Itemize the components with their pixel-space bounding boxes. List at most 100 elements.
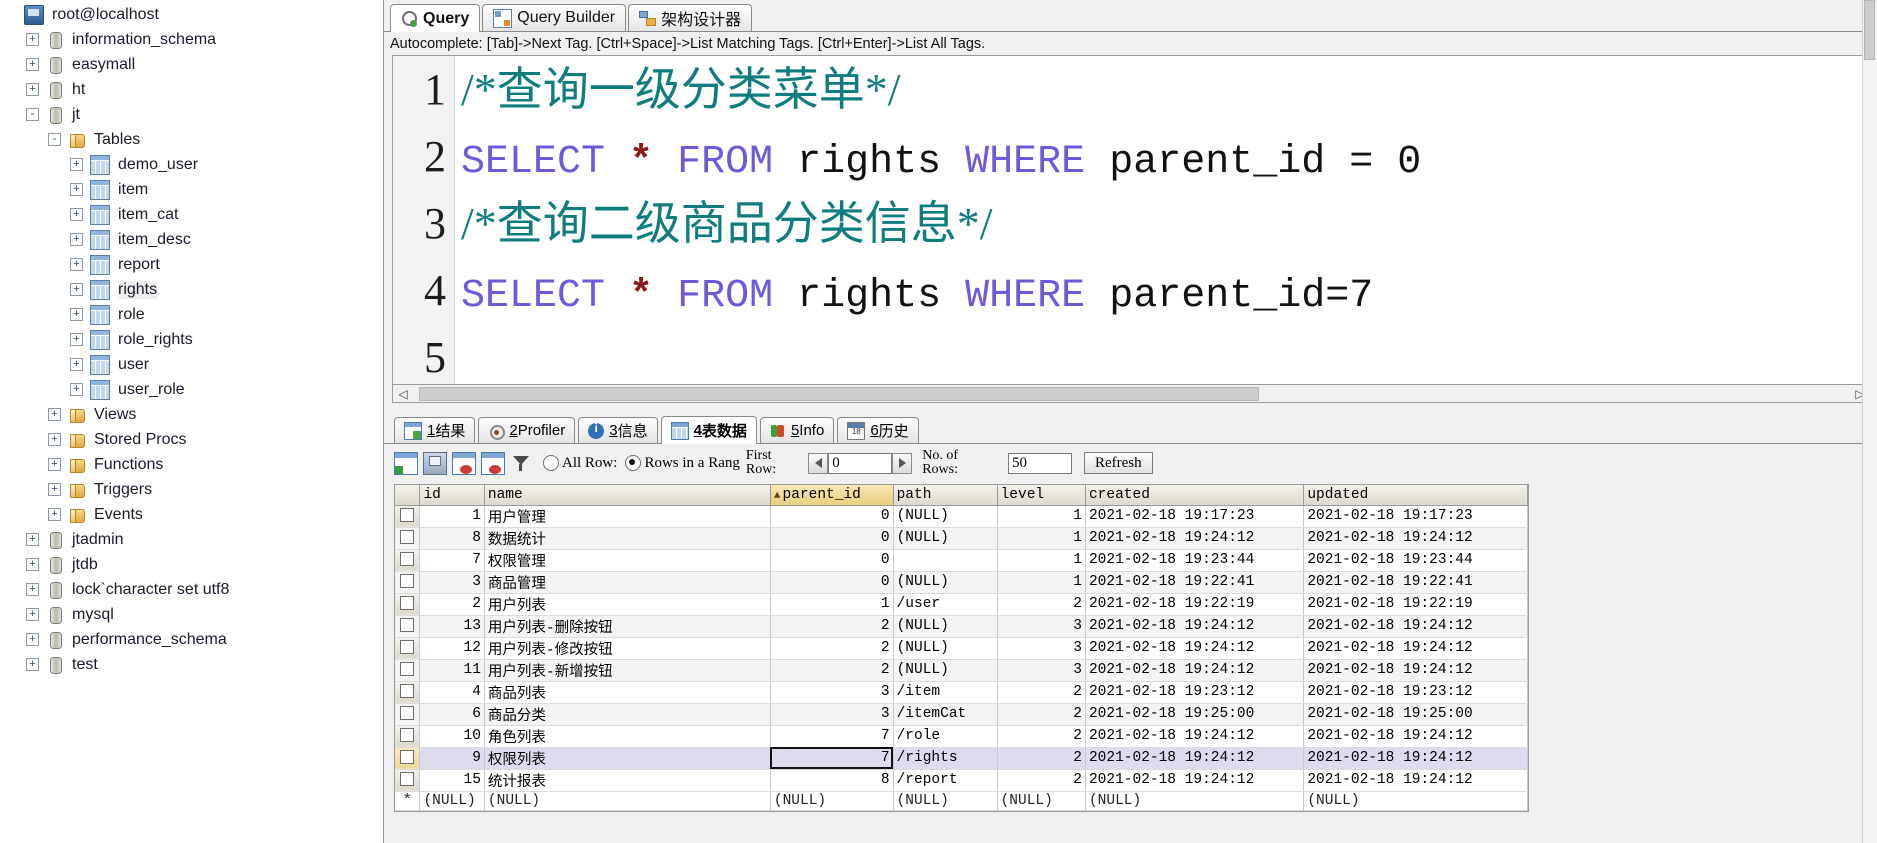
expand-icon[interactable]: + xyxy=(48,408,61,421)
column-header-updated[interactable]: updated xyxy=(1304,485,1528,505)
cell-id[interactable]: 8 xyxy=(420,527,484,549)
cell-created[interactable]: 2021-02-18 19:17:23 xyxy=(1085,505,1303,527)
cell-path[interactable]: (NULL) xyxy=(893,505,997,527)
table-row[interactable]: 9权限列表7/rights22021-02-18 19:24:122021-02… xyxy=(395,747,1528,769)
editor-tab-3[interactable]: 架构设计器 xyxy=(628,4,752,31)
no-of-rows-input[interactable]: 50 xyxy=(1008,453,1072,474)
workspace-vertical-scrollbar[interactable] xyxy=(1862,0,1877,843)
cell-created[interactable]: 2021-02-18 19:24:12 xyxy=(1085,527,1303,549)
collapse-icon[interactable]: - xyxy=(48,133,61,146)
scrollbar-track[interactable] xyxy=(413,386,1850,402)
tree-node[interactable]: +rights xyxy=(0,277,383,302)
cell-level[interactable]: 1 xyxy=(997,571,1085,593)
cell-updated[interactable]: 2021-02-18 19:24:12 xyxy=(1304,615,1528,637)
add-record-icon[interactable] xyxy=(394,452,418,475)
cell-updated[interactable]: 2021-02-18 19:17:23 xyxy=(1304,505,1528,527)
code-line[interactable]: SELECT * FROM rights WHERE parent_id=7 xyxy=(461,257,1870,324)
tree-node[interactable]: +item xyxy=(0,177,383,202)
table-row[interactable]: 13用户列表-删除按钮2(NULL)32021-02-18 19:24:1220… xyxy=(395,615,1528,637)
new-row-cell-path[interactable]: (NULL) xyxy=(893,791,997,810)
expand-icon[interactable]: + xyxy=(26,58,39,71)
scroll-left-icon[interactable]: ◁ xyxy=(393,386,413,402)
table-row[interactable]: 6商品分类3/itemCat22021-02-18 19:25:002021-0… xyxy=(395,703,1528,725)
cell-created[interactable]: 2021-02-18 19:24:12 xyxy=(1085,637,1303,659)
cell-name[interactable]: 数据统计 xyxy=(484,527,770,549)
expand-icon[interactable]: + xyxy=(70,308,83,321)
data-grid-body[interactable]: 1用户管理0(NULL)12021-02-18 19:17:232021-02-… xyxy=(395,505,1528,810)
table-row[interactable]: 1用户管理0(NULL)12021-02-18 19:17:232021-02-… xyxy=(395,505,1528,527)
cell-level[interactable]: 2 xyxy=(997,769,1085,791)
tree-node[interactable]: +demo_user xyxy=(0,152,383,177)
new-row[interactable]: *(NULL)(NULL)(NULL)(NULL)(NULL)(NULL)(NU… xyxy=(395,791,1528,810)
tree-node[interactable]: +Views xyxy=(0,402,383,427)
tree-node[interactable]: +user xyxy=(0,352,383,377)
expand-icon[interactable]: + xyxy=(26,583,39,596)
result-tab-5[interactable]: 5 Info xyxy=(760,417,834,443)
tree-node[interactable]: +test xyxy=(0,652,383,677)
scrollbar-thumb[interactable] xyxy=(1864,0,1875,60)
expand-icon[interactable]: + xyxy=(70,383,83,396)
code-line[interactable]: /*查询一级分类菜单*/ xyxy=(461,56,1870,123)
tree-node[interactable]: +jtadmin xyxy=(0,527,383,552)
expand-icon[interactable]: + xyxy=(70,183,83,196)
row-selector[interactable] xyxy=(395,747,420,769)
scrollbar-thumb[interactable] xyxy=(419,387,1259,401)
expand-icon[interactable]: + xyxy=(26,633,39,646)
cell-id[interactable]: 13 xyxy=(420,615,484,637)
code-line[interactable]: /*查询二级商品分类信息*/ xyxy=(461,190,1870,257)
cell-updated[interactable]: 2021-02-18 19:22:41 xyxy=(1304,571,1528,593)
cell-level[interactable]: 2 xyxy=(997,747,1085,769)
cell-name[interactable]: 用户列表 xyxy=(484,593,770,615)
cell-parent_id[interactable]: 2 xyxy=(770,637,893,659)
filter-icon[interactable] xyxy=(510,453,532,474)
cell-id[interactable]: 2 xyxy=(420,593,484,615)
cell-created[interactable]: 2021-02-18 19:24:12 xyxy=(1085,769,1303,791)
tree-node[interactable]: +Stored Procs xyxy=(0,427,383,452)
cell-name[interactable]: 商品列表 xyxy=(484,681,770,703)
editor-horizontal-scrollbar[interactable]: ◁ ▷ xyxy=(392,385,1871,403)
tree-node[interactable]: +Events xyxy=(0,502,383,527)
table-row[interactable]: 4商品列表3/item22021-02-18 19:23:122021-02-1… xyxy=(395,681,1528,703)
cell-level[interactable]: 3 xyxy=(997,615,1085,637)
cell-name[interactable]: 角色列表 xyxy=(484,725,770,747)
cell-path[interactable]: /role xyxy=(893,725,997,747)
data-grid-toolbar[interactable]: All Row: Rows in a Rang FirstRow: 0 No. … xyxy=(384,444,1877,482)
cell-id[interactable]: 7 xyxy=(420,549,484,571)
cell-id[interactable]: 6 xyxy=(420,703,484,725)
new-row-cell-created[interactable]: (NULL) xyxy=(1085,791,1303,810)
tree-node-root[interactable]: root@localhost xyxy=(0,2,383,27)
cell-created[interactable]: 2021-02-18 19:22:41 xyxy=(1085,571,1303,593)
cell-created[interactable]: 2021-02-18 19:23:12 xyxy=(1085,681,1303,703)
cell-parent_id[interactable]: 0 xyxy=(770,505,893,527)
expand-icon[interactable]: + xyxy=(70,258,83,271)
tree-node[interactable]: +user_role xyxy=(0,377,383,402)
result-tab-6[interactable]: 6 历史 xyxy=(837,417,918,443)
cell-id[interactable]: 3 xyxy=(420,571,484,593)
tree-node[interactable]: +lock`character set utf8 xyxy=(0,577,383,602)
cell-parent_id[interactable]: 2 xyxy=(770,659,893,681)
cell-parent_id[interactable]: 0 xyxy=(770,527,893,549)
expand-icon[interactable]: + xyxy=(48,458,61,471)
cell-id[interactable]: 1 xyxy=(420,505,484,527)
table-row[interactable]: 2用户列表1/user22021-02-18 19:22:192021-02-1… xyxy=(395,593,1528,615)
expand-icon[interactable]: + xyxy=(70,358,83,371)
data-grid[interactable]: idname▲parent_idpathlevelcreatedupdated … xyxy=(395,485,1528,811)
save-record-icon[interactable] xyxy=(423,452,447,475)
cell-path[interactable] xyxy=(893,549,997,571)
cell-name[interactable]: 权限列表 xyxy=(484,747,770,769)
column-header-parent_id[interactable]: ▲parent_id xyxy=(770,485,893,505)
column-header-id[interactable]: id xyxy=(420,485,484,505)
object-explorer-panel[interactable]: root@localhost+information_schema+easyma… xyxy=(0,0,384,843)
cell-parent_id[interactable]: 3 xyxy=(770,703,893,725)
refresh-button[interactable]: Refresh xyxy=(1084,452,1153,474)
tree-node[interactable]: +ht xyxy=(0,77,383,102)
row-selector[interactable] xyxy=(395,593,420,615)
cell-updated[interactable]: 2021-02-18 19:23:12 xyxy=(1304,681,1528,703)
table-row[interactable]: 10角色列表7/role22021-02-18 19:24:122021-02-… xyxy=(395,725,1528,747)
cancel-record-icon[interactable] xyxy=(481,452,505,475)
cell-created[interactable]: 2021-02-18 19:24:12 xyxy=(1085,659,1303,681)
row-selector[interactable] xyxy=(395,549,420,571)
cell-path[interactable]: (NULL) xyxy=(893,571,997,593)
table-row[interactable]: 11用户列表-新增按钮2(NULL)32021-02-18 19:24:1220… xyxy=(395,659,1528,681)
cell-updated[interactable]: 2021-02-18 19:22:19 xyxy=(1304,593,1528,615)
